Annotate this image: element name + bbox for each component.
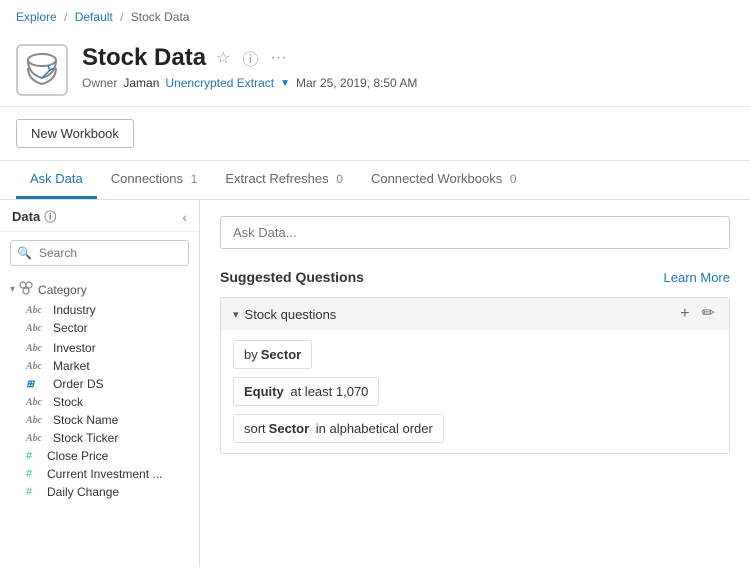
sidebar: Data ⓘ ‹ 🔍 ▾: [0, 200, 200, 567]
chip-bold: Sector: [269, 421, 309, 436]
accordion-actions: + ✏: [678, 306, 717, 322]
list-item[interactable]: Abc Investor: [0, 339, 199, 357]
tab-extract-refreshes[interactable]: Extract Refreshes 0: [211, 161, 357, 199]
learn-more-link[interactable]: Learn More: [664, 270, 730, 285]
chip-text: by: [244, 347, 258, 362]
header-info: Stock Data ☆ ⓘ ··· Owner Jaman Unencrypt…: [82, 44, 734, 90]
suggested-questions-title: Suggested Questions: [220, 269, 364, 285]
chip-bold: Equity: [244, 384, 284, 399]
breadcrumb-current: Stock Data: [131, 10, 190, 24]
tab-connections[interactable]: Connections 1: [97, 161, 212, 199]
sidebar-info-icon[interactable]: ⓘ: [44, 208, 56, 225]
chip-text-suffix: in alphabetical order: [312, 421, 433, 436]
type-numeric-icon: #: [26, 486, 42, 498]
suggestion-chip[interactable]: by Sector: [233, 340, 312, 369]
chip-text: at least 1,070: [287, 384, 369, 399]
ask-data-input[interactable]: [220, 216, 730, 249]
new-workbook-button[interactable]: New Workbook: [16, 119, 134, 148]
suggested-questions-header: Suggested Questions Learn More: [220, 269, 730, 285]
item-label: Close Price: [47, 449, 108, 463]
breadcrumb-explore[interactable]: Explore: [16, 10, 57, 24]
accordion-header-left: ▾ Stock questions: [233, 307, 336, 322]
extract-dropdown-icon[interactable]: ▼: [280, 78, 290, 89]
item-label: Stock: [53, 395, 83, 409]
accordion-add-button[interactable]: +: [678, 306, 691, 322]
search-input[interactable]: [10, 240, 189, 266]
tab-ask-data[interactable]: Ask Data: [16, 161, 97, 199]
sidebar-header: Data ⓘ ‹: [0, 200, 199, 232]
type-abc-icon: Abc: [26, 361, 48, 372]
main-content: Data ⓘ ‹ 🔍 ▾: [0, 200, 750, 567]
list-item[interactable]: Abc Industry: [0, 301, 199, 319]
list-item[interactable]: Abc Market: [0, 357, 199, 375]
list-item[interactable]: Abc Sector: [0, 319, 199, 337]
chip-bold: Sector: [261, 347, 301, 362]
list-item[interactable]: # Close Price: [0, 447, 199, 465]
extract-link[interactable]: Unencrypted Extract: [165, 76, 274, 90]
list-item[interactable]: ⊞ Order DS: [0, 375, 199, 393]
new-workbook-area: New Workbook: [0, 107, 750, 161]
item-label: Order DS: [53, 377, 104, 391]
suggestion-chip[interactable]: sort Sector in alphabetical order: [233, 414, 444, 443]
favorite-icon[interactable]: ☆: [214, 46, 232, 70]
ask-data-input-wrap: [220, 216, 730, 249]
tab-connected-workbooks[interactable]: Connected Workbooks 0: [357, 161, 531, 199]
type-abc-icon: Abc: [26, 433, 48, 444]
accordion-body: by Sector Equity at least 1,070 sort Sec…: [221, 330, 729, 453]
list-item[interactable]: Abc Stock: [0, 393, 199, 411]
header-title-row: Stock Data ☆ ⓘ ···: [82, 44, 734, 72]
data-tree: ▾ Category Abc Industry Abc: [0, 274, 199, 505]
list-item[interactable]: # Current Investment ...: [0, 465, 199, 483]
accordion-chevron-icon: ▾: [233, 308, 239, 321]
stock-questions-accordion: ▾ Stock questions + ✏ by Sector Equity a…: [220, 297, 730, 454]
page-title: Stock Data: [82, 44, 206, 72]
item-label: Investor: [53, 341, 96, 355]
accordion-edit-button[interactable]: ✏: [700, 306, 717, 322]
type-abc-icon: Abc: [26, 343, 48, 354]
search-box: 🔍: [10, 240, 189, 266]
right-panel: Suggested Questions Learn More ▾ Stock q…: [200, 200, 750, 567]
sidebar-collapse-button[interactable]: ‹: [182, 209, 187, 225]
header-meta: Owner Jaman Unencrypted Extract ▼ Mar 25…: [82, 76, 734, 90]
breadcrumb: Explore / Default / Stock Data: [0, 0, 750, 32]
category-group-icon: [19, 281, 33, 298]
type-numeric-icon: #: [26, 468, 42, 480]
chip-text: sort: [244, 421, 266, 436]
category-chevron-icon: ▾: [10, 284, 15, 295]
type-abc-icon: Abc: [26, 323, 48, 334]
list-item[interactable]: Abc Stock Ticker: [0, 429, 199, 447]
info-icon[interactable]: ⓘ: [240, 44, 260, 72]
item-label: Stock Name: [53, 413, 118, 427]
type-abc-icon: Abc: [26, 415, 48, 426]
owner-name: Jaman: [123, 76, 159, 90]
item-label: Stock Ticker: [53, 431, 118, 445]
breadcrumb-default[interactable]: Default: [75, 10, 113, 24]
date-label: Mar 25, 2019, 8:50 AM: [296, 76, 417, 90]
more-options-icon[interactable]: ···: [268, 47, 288, 69]
type-numeric-icon: #: [26, 450, 42, 462]
category-label: Category: [38, 283, 87, 297]
datasource-icon: [16, 44, 68, 96]
type-abc-icon: Abc: [26, 397, 48, 408]
list-item[interactable]: Abc Stock Name: [0, 411, 199, 429]
tabs: Ask Data Connections 1 Extract Refreshes…: [0, 161, 750, 200]
accordion-header[interactable]: ▾ Stock questions + ✏: [221, 298, 729, 330]
type-db-icon: ⊞: [26, 379, 48, 390]
item-label: Current Investment ...: [47, 467, 162, 481]
type-abc-icon: Abc: [26, 305, 48, 316]
header: Stock Data ☆ ⓘ ··· Owner Jaman Unencrypt…: [0, 32, 750, 107]
item-label: Daily Change: [47, 485, 119, 499]
suggestion-chip[interactable]: Equity at least 1,070: [233, 377, 379, 406]
category-group-header[interactable]: ▾ Category: [0, 278, 199, 301]
list-item[interactable]: # Daily Change: [0, 483, 199, 501]
sidebar-title: Data ⓘ: [12, 208, 56, 225]
search-icon: 🔍: [17, 246, 32, 260]
item-label: Market: [53, 359, 90, 373]
item-label: Industry: [53, 303, 96, 317]
owner-label: Owner: [82, 76, 117, 90]
accordion-title: Stock questions: [245, 307, 337, 322]
item-label: Sector: [53, 321, 88, 335]
category-group: ▾ Category Abc Industry Abc: [0, 278, 199, 337]
